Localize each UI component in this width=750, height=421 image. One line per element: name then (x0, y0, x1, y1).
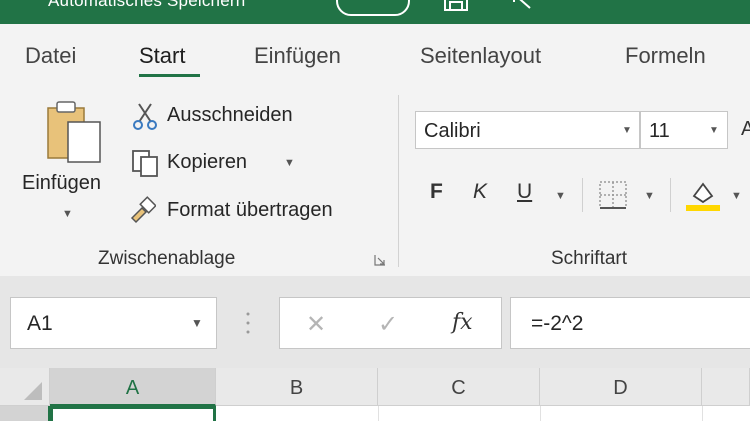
row-header-1[interactable] (0, 406, 50, 421)
chevron-down-icon: ▼ (622, 125, 632, 136)
fill-color-icon[interactable] (686, 178, 720, 212)
formula-input[interactable]: =-2^2 (510, 297, 750, 349)
column-header-e[interactable] (702, 368, 750, 406)
fill-color-dropdown-icon[interactable]: ▼ (731, 190, 742, 202)
chevron-down-icon: ▼ (191, 316, 203, 330)
cancel-icon[interactable]: ✕ (306, 310, 326, 339)
name-box-value: A1 (27, 312, 53, 335)
autosave-label: Automatisches Speichern (48, 0, 246, 10)
clipboard-group-label: Zwischenablage (98, 248, 236, 269)
font-size-combo[interactable]: 11 ▼ (640, 111, 728, 149)
gridline (702, 406, 703, 421)
bold-button[interactable]: F (430, 180, 443, 204)
dialog-launcher-icon[interactable] (374, 254, 386, 266)
save-icon[interactable] (441, 0, 471, 12)
format-painter-icon[interactable] (128, 196, 156, 224)
tab-einfuegen[interactable]: Einfügen (254, 43, 341, 69)
drag-handle-icon[interactable] (244, 308, 252, 338)
undo-icon[interactable] (510, 0, 538, 12)
formula-buttons: ✕ ✓ fx (279, 297, 502, 349)
column-header-b[interactable]: B (216, 368, 378, 406)
formula-value: =-2^2 (531, 312, 584, 335)
active-tab-indicator (139, 74, 200, 77)
copy-button[interactable]: Kopieren (167, 151, 247, 174)
tab-formeln[interactable]: Formeln (625, 43, 706, 69)
column-header-a[interactable]: A (50, 368, 216, 406)
copy-dropdown-icon[interactable]: ▼ (284, 157, 295, 169)
tab-seitenlayout[interactable]: Seitenlayout (420, 43, 541, 69)
underline-dropdown-icon[interactable]: ▼ (555, 190, 566, 202)
paste-icon[interactable] (44, 100, 104, 164)
insert-function-icon[interactable]: fx (452, 310, 473, 335)
gridline (540, 406, 541, 421)
tab-start[interactable]: Start (139, 43, 185, 69)
select-all-button[interactable] (0, 368, 50, 406)
tab-datei[interactable]: Datei (25, 43, 76, 69)
column-header-d[interactable]: D (540, 368, 702, 406)
italic-button[interactable]: K (473, 180, 487, 204)
paste-dropdown-icon[interactable]: ▼ (62, 208, 73, 220)
column-header-c[interactable]: C (378, 368, 540, 406)
cut-button[interactable]: Ausschneiden (167, 104, 293, 127)
title-bar: Automatisches Speichern (0, 0, 750, 24)
name-box[interactable]: A1 ▼ (10, 297, 217, 349)
toolbar-separator (582, 178, 583, 212)
enter-icon[interactable]: ✓ (378, 310, 398, 339)
cut-icon[interactable] (131, 102, 159, 130)
gridline (378, 406, 379, 421)
font-name-value: Calibri (424, 120, 481, 142)
borders-dropdown-icon[interactable]: ▼ (644, 190, 655, 202)
underline-button[interactable]: U (517, 180, 532, 204)
increase-font-icon[interactable]: A (741, 118, 750, 141)
borders-icon[interactable] (598, 180, 628, 210)
select-all-triangle-icon (24, 382, 42, 400)
paste-button[interactable]: Einfügen (22, 172, 101, 195)
font-name-combo[interactable]: Calibri ▼ (415, 111, 640, 149)
copy-icon[interactable] (131, 149, 159, 177)
autosave-toggle[interactable] (336, 0, 410, 16)
toolbar-separator (670, 178, 671, 212)
chevron-down-icon: ▼ (709, 125, 719, 136)
font-group-label: Schriftart (551, 248, 628, 269)
cell-a1[interactable] (50, 406, 216, 421)
group-separator (398, 95, 399, 267)
font-size-value: 11 (649, 120, 670, 142)
format-painter-button[interactable]: Format übertragen (167, 199, 333, 222)
